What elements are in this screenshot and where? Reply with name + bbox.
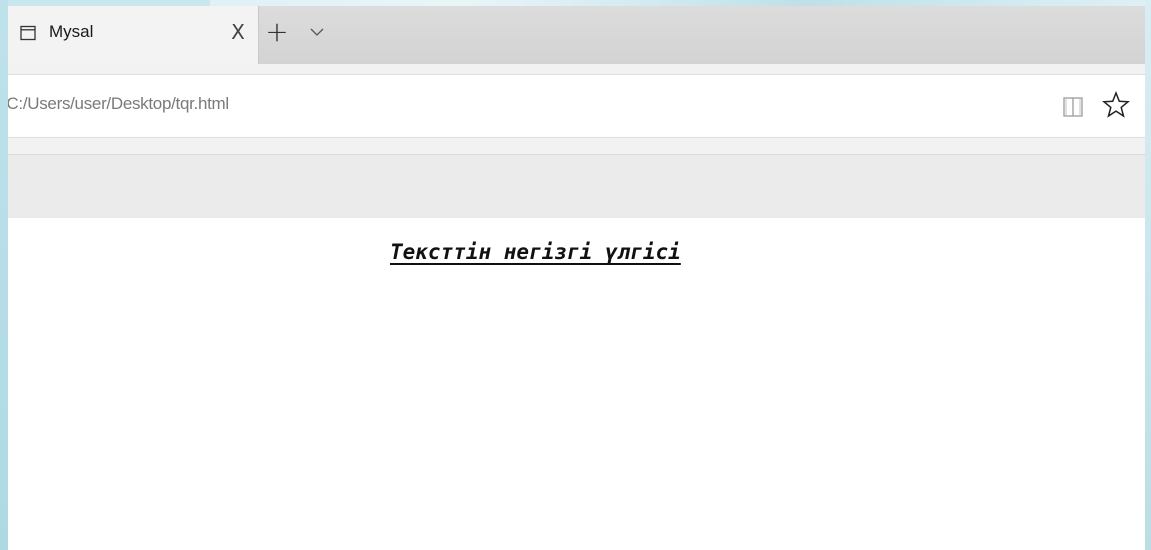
tab-close-button[interactable]: X [228,21,248,43]
page-content: Тексттін негізгі үлгісі [8,218,1145,550]
browser-window: Mysal X + /C:/Users/user/Desktop/tqr.htm… [8,6,1145,550]
chevron-down-icon[interactable] [308,23,326,41]
desktop-backdrop-right [1145,0,1151,550]
address-bar: /C:/Users/user/Desktop/tqr.html [8,64,1145,160]
tab-title: Mysal [49,22,94,41]
url-text[interactable]: /C:/Users/user/Desktop/tqr.html [8,94,229,114]
url-field[interactable]: /C:/Users/user/Desktop/tqr.html [8,74,1145,138]
new-tab-button[interactable]: + [264,18,290,46]
tab-mysal[interactable]: Mysal X [8,6,259,64]
desktop-backdrop-left [0,0,8,550]
star-icon[interactable] [1102,91,1130,119]
tab-strip: Mysal X + [8,6,1145,64]
toolbar-band [8,154,1145,219]
window-icon [20,25,36,41]
book-icon[interactable] [1062,95,1084,119]
page-heading: Тексттін негізгі үлгісі [390,240,681,264]
